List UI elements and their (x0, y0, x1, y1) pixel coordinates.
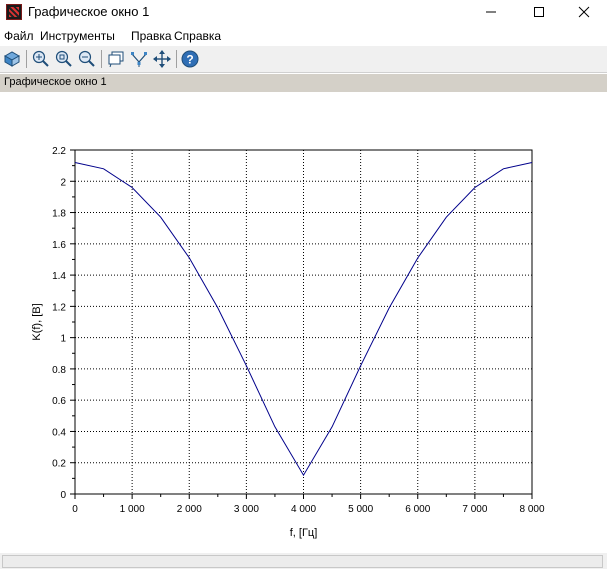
close-icon (578, 6, 590, 18)
zoom-in-icon (32, 50, 49, 67)
figure-label-bar: Графическое окно 1 (0, 74, 607, 92)
pan-icon (153, 50, 171, 68)
x-tick-label: 0 (72, 504, 78, 515)
y-tick-label: 0.6 (52, 396, 66, 407)
status-field (2, 555, 603, 568)
y-tick-label: 1 (60, 334, 66, 345)
menu-file[interactable]: Файл (4, 29, 34, 43)
zoom-in-button[interactable] (32, 50, 50, 68)
x-tick-label: 4 000 (291, 504, 316, 515)
maximize-button[interactable] (516, 0, 562, 24)
rotate-3d-button[interactable] (3, 50, 21, 68)
y-tick-label: 1.6 (52, 240, 66, 251)
help-button[interactable]: ? (181, 50, 199, 68)
toolbar: ? (0, 46, 607, 73)
menu-edit[interactable]: Правка (131, 29, 172, 43)
zoom-region-icon (55, 50, 72, 67)
x-tick-label: 1 000 (120, 504, 145, 515)
y-tick-label: 1.2 (52, 302, 66, 313)
y-tick-label: 2.2 (52, 146, 66, 157)
x-tick-label: 5 000 (348, 504, 373, 515)
x-tick-label: 6 000 (405, 504, 430, 515)
x-tick-label: 3 000 (234, 504, 259, 515)
minimize-icon (486, 11, 496, 13)
zoom-out-icon (78, 50, 95, 67)
zoom-region-button[interactable] (55, 50, 73, 68)
close-button[interactable] (561, 0, 607, 24)
zoom-out-button[interactable] (78, 50, 96, 68)
maximize-icon (534, 7, 544, 17)
figure-label: Графическое окно 1 (4, 76, 107, 88)
menu-tools[interactable]: Инструменты (40, 29, 115, 43)
x-axis-title: f, [Гц] (290, 527, 318, 539)
menu-bar: Файл Инструменты Правка Справка (0, 26, 607, 46)
y-tick-label: 0 (60, 490, 66, 501)
pan-button[interactable] (153, 50, 171, 68)
y-tick-label: 0.4 (52, 427, 66, 438)
y-tick-label: 0.2 (52, 459, 66, 470)
y-tick-label: 1.8 (52, 209, 66, 220)
x-tick-label: 8 000 (519, 504, 544, 515)
help-icon: ? (181, 50, 199, 68)
datatip-icon (108, 51, 124, 68)
x-tick-label: 7 000 (462, 504, 487, 515)
datatip-edit-button[interactable] (130, 50, 148, 68)
menu-help[interactable]: Справка (174, 29, 221, 43)
title-bar: Графическое окно 1 (0, 0, 607, 24)
svg-text:?: ? (186, 53, 193, 67)
datatip-edit-icon (131, 52, 147, 67)
datatip-button[interactable] (107, 50, 125, 68)
y-tick-label: 2 (60, 177, 66, 188)
rotate-3d-icon (3, 51, 21, 67)
app-icon (6, 4, 22, 20)
window-title: Графическое окно 1 (28, 4, 150, 19)
status-bar (0, 553, 607, 569)
y-tick-label: 1.4 (52, 271, 66, 282)
x-tick-label: 2 000 (177, 504, 202, 515)
minimize-button[interactable] (468, 0, 514, 24)
y-tick-label: 0.8 (52, 365, 66, 376)
plot-canvas[interactable]: 0 1 000 2 000 3 000 4 000 5 000 6 000 7 000 8 00… (0, 92, 607, 552)
y-axis-title: K(f), [B] (31, 303, 43, 340)
